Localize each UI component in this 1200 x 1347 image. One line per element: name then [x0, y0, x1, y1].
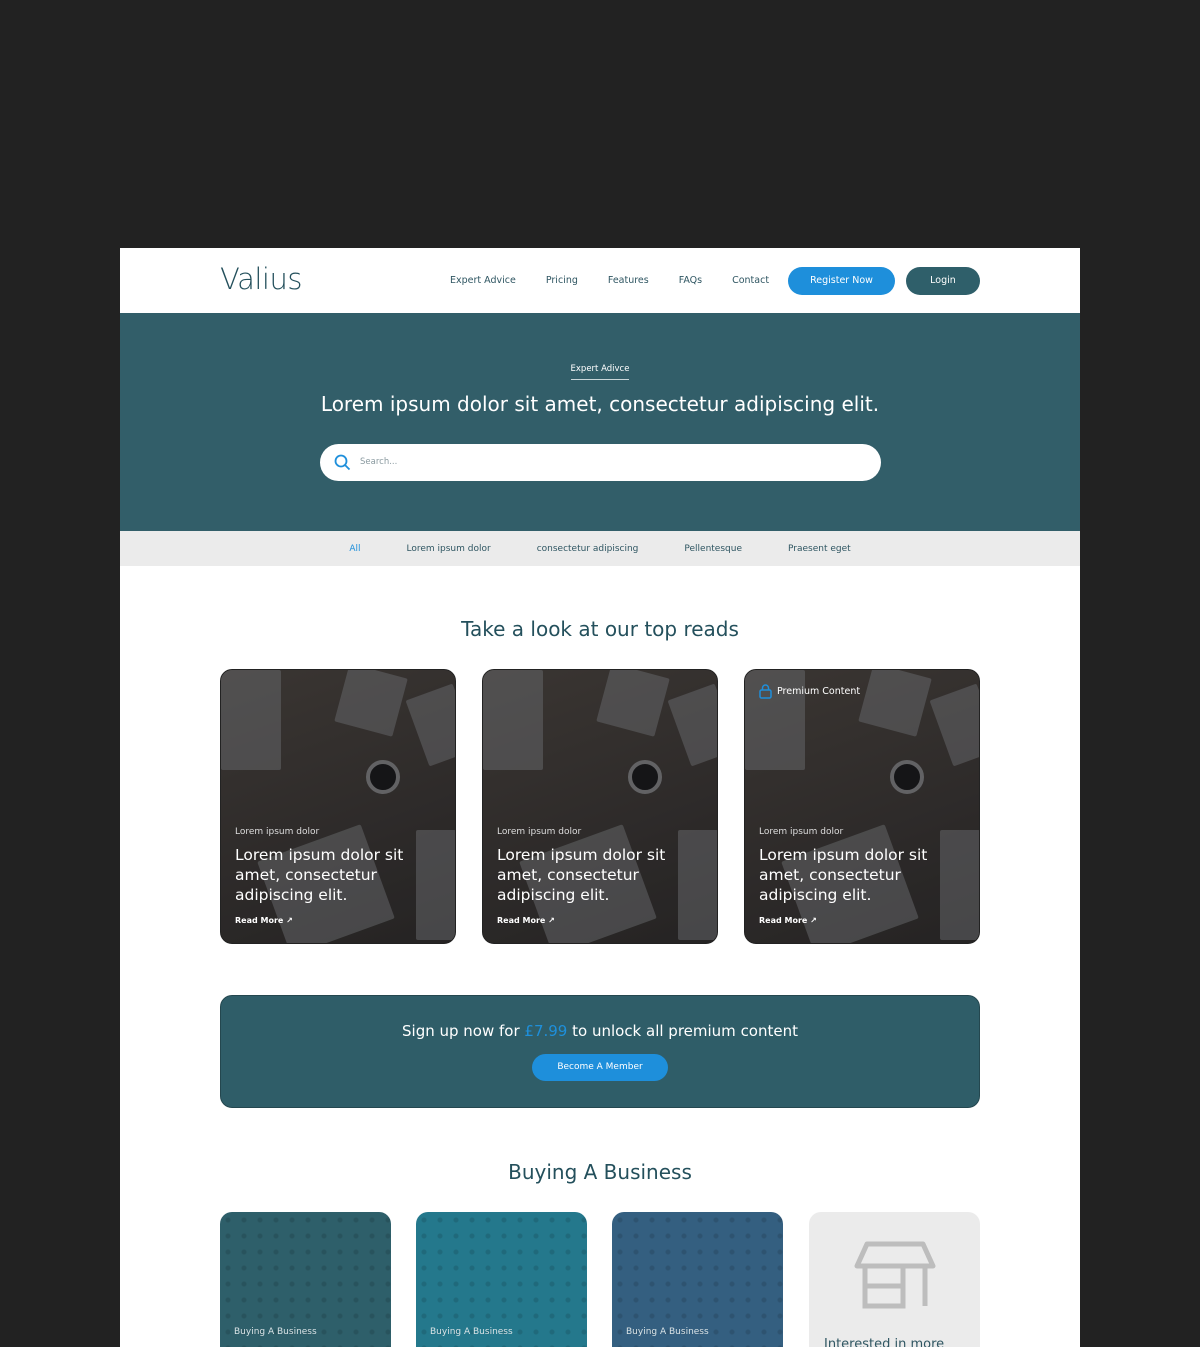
article-card[interactable]: Lorem ipsum dolor Lorem ipsum dolor sit …: [220, 669, 456, 944]
article-card-premium[interactable]: Premium Content Lorem ipsum dolor Lorem …: [744, 669, 980, 944]
buying-title: Buying A Business: [508, 1160, 692, 1184]
banner-price: £7.99: [524, 1022, 568, 1040]
premium-badge: Premium Content: [759, 684, 860, 699]
search-input[interactable]: Search...: [320, 444, 881, 481]
card-category: Lorem ipsum dolor: [759, 827, 844, 837]
nav-faqs[interactable]: FAQs: [679, 275, 702, 286]
read-more-link[interactable]: Read More ↗: [759, 916, 817, 925]
page: Valius Expert Advice Pricing Features FA…: [120, 248, 1080, 1347]
card-title: Lorem ipsum dolor sit amet, consectetur …: [497, 846, 666, 904]
main-nav: Expert Advice Pricing Features FAQs Cont…: [450, 275, 799, 286]
register-button[interactable]: Register Now: [788, 267, 895, 295]
category-label: Buying A Business: [626, 1327, 709, 1337]
premium-label: Premium Content: [777, 686, 861, 697]
more-label: Interested in more: [824, 1337, 945, 1347]
nav-features[interactable]: Features: [608, 275, 649, 286]
lock-icon: [759, 684, 772, 699]
category-card[interactable]: Buying A Business: [612, 1212, 783, 1347]
filter-all[interactable]: All: [349, 544, 360, 554]
banner-pre: Sign up now for: [402, 1022, 525, 1040]
nav-expert-advice[interactable]: Expert Advice: [450, 275, 516, 286]
category-label: Buying A Business: [234, 1327, 317, 1337]
become-member-button[interactable]: Become A Member: [532, 1054, 668, 1081]
filter-bar: All Lorem ipsum dolor consectetur adipis…: [120, 531, 1080, 566]
top-reads-title: Take a look at our top reads: [461, 617, 739, 641]
card-category: Lorem ipsum dolor: [497, 827, 582, 837]
hero: Expert Adivce Lorem ipsum dolor sit amet…: [120, 313, 1080, 531]
more-card[interactable]: Interested in more: [809, 1212, 980, 1347]
logo[interactable]: Valius: [220, 262, 302, 296]
banner-post: to unlock all premium content: [567, 1022, 798, 1040]
article-card[interactable]: Lorem ipsum dolor Lorem ipsum dolor sit …: [482, 669, 718, 944]
login-button[interactable]: Login: [906, 267, 980, 295]
hero-title: Lorem ipsum dolor sit amet, consectetur …: [320, 392, 880, 416]
read-more-link[interactable]: Read More ↗: [235, 916, 293, 925]
membership-banner: Sign up now for £7.99 to unlock all prem…: [220, 995, 980, 1108]
search-icon: [334, 454, 351, 471]
filter-item[interactable]: consectetur adipiscing: [537, 544, 639, 554]
category-label: Buying A Business: [430, 1327, 513, 1337]
hero-eyebrow: Expert Adivce: [120, 364, 1080, 380]
filter-item[interactable]: Lorem ipsum dolor: [406, 544, 490, 554]
nav-pricing[interactable]: Pricing: [546, 275, 578, 286]
search-placeholder: Search...: [360, 457, 398, 467]
category-card[interactable]: Buying A Business: [416, 1212, 587, 1347]
filter-item[interactable]: Praesent eget: [788, 544, 851, 554]
card-title: Lorem ipsum dolor sit amet, consectetur …: [759, 846, 928, 904]
read-more-link[interactable]: Read More ↗: [497, 916, 555, 925]
nav-contact[interactable]: Contact: [732, 275, 769, 286]
filter-item[interactable]: Pellentesque: [684, 544, 742, 554]
header: Valius Expert Advice Pricing Features FA…: [120, 248, 1080, 313]
banner-text: Sign up now for £7.99 to unlock all prem…: [221, 1022, 979, 1040]
eyebrow-text: Expert Adivce: [570, 364, 630, 380]
card-category: Lorem ipsum dolor: [235, 827, 320, 837]
store-icon: [854, 1241, 936, 1309]
card-title: Lorem ipsum dolor sit amet, consectetur …: [235, 846, 404, 904]
category-card[interactable]: Buying A Business: [220, 1212, 391, 1347]
